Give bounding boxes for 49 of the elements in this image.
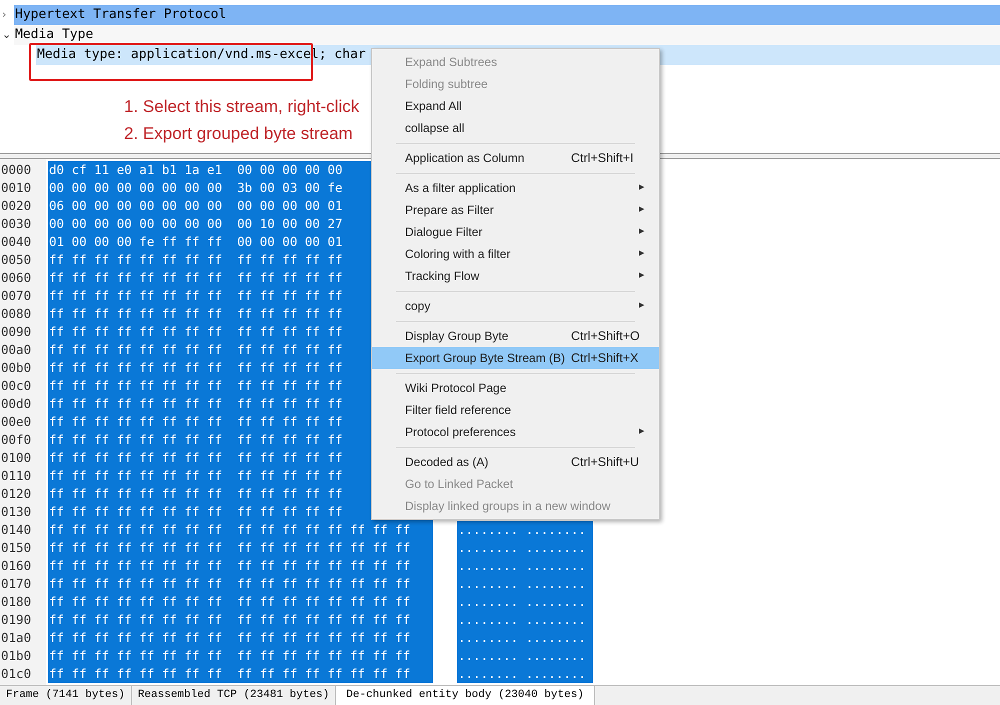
ascii-text: ........ ........ [457, 665, 593, 683]
offset-label: 00f0 [1, 431, 32, 449]
offset-label: 0020 [1, 197, 32, 215]
offset-label: 0180 [1, 593, 32, 611]
hex-bytes: ff ff ff ff ff ff ff ff ff ff ff ff ff ff ff ff [48, 575, 433, 593]
offset-label: 0150 [1, 539, 32, 557]
ascii-text: ........ ........ [457, 557, 593, 575]
hex-bytes: ff ff ff ff ff ff ff ff ff ff ff ff ff ff ff ff [48, 521, 433, 539]
hex-bytes: ff ff ff ff ff ff ff ff ff ff ff ff ff ff ff ff [48, 557, 433, 575]
offset-label: 0190 [1, 611, 32, 629]
offset-label: 0130 [1, 503, 32, 521]
offset-label: 00c0 [1, 377, 32, 395]
ascii-text: ........ ........ [457, 575, 593, 593]
offset-label: 0010 [1, 179, 32, 197]
offset-label: 0090 [1, 323, 32, 341]
hex-bytes: ff ff ff ff ff ff ff ff ff ff ff ff ff ff ff ff [48, 629, 433, 647]
offset-label: 00e0 [1, 413, 32, 431]
ascii-text: ........ ........ [457, 539, 593, 557]
offset-label: 0080 [1, 305, 32, 323]
hex-bytes: ff ff ff ff ff ff ff ff ff ff ff ff ff ff ff ff [48, 665, 433, 683]
ascii-text: ........ ........ [457, 647, 593, 665]
offset-label: 01c0 [1, 665, 32, 683]
ascii-text: ........ ........ [457, 611, 593, 629]
offset-label: 0000 [1, 161, 32, 179]
offset-label: 00b0 [1, 359, 32, 377]
annotation-text: 2. Export grouped byte stream [124, 123, 354, 145]
offset-label: 0160 [1, 557, 32, 575]
offset-label: 0040 [1, 233, 32, 251]
annotation-text: 1. Select this stream, right-click [124, 96, 360, 118]
offset-label: 0070 [1, 287, 32, 305]
offset-label: 0170 [1, 575, 32, 593]
ascii-text: ........ ........ [457, 593, 593, 611]
offset-label: 0100 [1, 449, 32, 467]
hex-bytes: ff ff ff ff ff ff ff ff ff ff ff ff ff ff ff ff [48, 647, 433, 665]
offset-label: 0140 [1, 521, 32, 539]
offset-label: 01b0 [1, 647, 32, 665]
offset-label: 0030 [1, 215, 32, 233]
offset-label: 00a0 [1, 341, 32, 359]
offset-label: 0050 [1, 251, 32, 269]
ascii-text: ........ ........ [457, 629, 593, 647]
offset-label: 00d0 [1, 395, 32, 413]
hex-bytes: ff ff ff ff ff ff ff ff ff ff ff ff ff ff ff ff [48, 611, 433, 629]
hex-bytes: ff ff ff ff ff ff ff ff ff ff ff ff ff ff ff ff [48, 539, 433, 557]
offset-label: 0110 [1, 467, 32, 485]
offset-label: 0060 [1, 269, 32, 287]
offset-label: 0120 [1, 485, 32, 503]
offset-label: 01a0 [1, 629, 32, 647]
ascii-text: ........ ........ [457, 521, 593, 539]
hex-bytes: ff ff ff ff ff ff ff ff ff ff ff ff ff ff ff ff [48, 593, 433, 611]
